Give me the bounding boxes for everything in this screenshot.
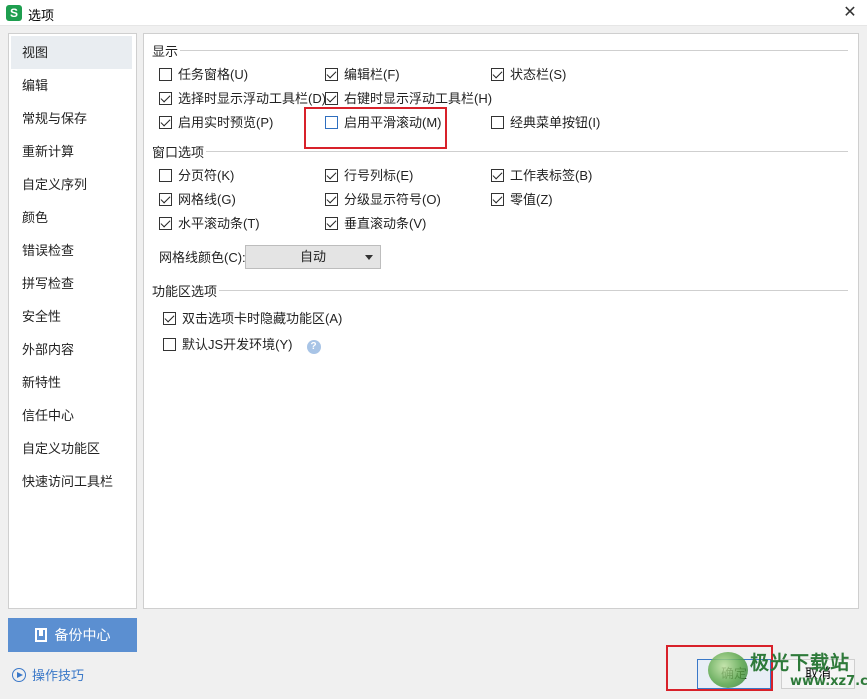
gridline-color-value: 自动 <box>299 249 326 264</box>
option-horizontal-scrollbar[interactable]: 水平滚动条(T) <box>159 215 260 233</box>
option-dblclick-hide-ribbon[interactable]: 双击选项卡时隐藏功能区(A) <box>163 310 342 328</box>
gridline-color-label: 网格线颜色(C): <box>159 250 246 265</box>
option-label: 状态栏(S) <box>510 67 567 82</box>
checkbox[interactable] <box>159 92 172 105</box>
checkbox[interactable] <box>325 92 338 105</box>
backup-center-label: 备份中心 <box>54 627 111 643</box>
divider <box>219 290 848 291</box>
option-label: 水平滚动条(T) <box>178 216 260 231</box>
option-label: 任务窗格(U) <box>178 67 249 82</box>
option-label: 双击选项卡时隐藏功能区(A) <box>182 311 343 326</box>
gridline-color-select[interactable]: 自动 <box>245 245 381 269</box>
option-float-toolbar-rightclick[interactable]: 右键时显示浮动工具栏(H) <box>325 90 492 108</box>
checkbox[interactable] <box>159 68 172 81</box>
sidebar-item-view[interactable]: 视图 <box>11 36 132 69</box>
checkbox[interactable] <box>491 68 504 81</box>
option-float-toolbar-select[interactable]: 选择时显示浮动工具栏(D) <box>159 90 326 108</box>
checkbox[interactable] <box>159 116 172 129</box>
sidebar-item-external-content[interactable]: 外部内容 <box>9 333 136 366</box>
divider <box>180 50 848 51</box>
option-gridlines[interactable]: 网格线(G) <box>159 191 236 209</box>
checkbox[interactable] <box>491 116 504 129</box>
section-title-ribbon: 功能区选项 <box>152 284 218 299</box>
option-live-preview[interactable]: 启用实时预览(P) <box>159 114 273 132</box>
checkbox[interactable] <box>159 169 172 182</box>
option-label: 工作表标签(B) <box>510 168 593 183</box>
checkbox[interactable] <box>163 338 176 351</box>
option-label: 垂直滚动条(V) <box>344 216 427 231</box>
sidebar-item-quick-access[interactable]: 快速访问工具栏 <box>9 465 136 498</box>
divider <box>206 151 848 152</box>
option-zero-values[interactable]: 零值(Z) <box>491 191 553 209</box>
sidebar-item-trust-center[interactable]: 信任中心 <box>9 399 136 432</box>
sidebar-item-spell-check[interactable]: 拼写检查 <box>9 267 136 300</box>
chevron-down-icon <box>365 255 373 260</box>
option-task-pane[interactable]: 任务窗格(U) <box>159 66 248 84</box>
title-bar: S 选项 ✕ <box>0 0 867 26</box>
checkbox[interactable] <box>325 217 338 230</box>
sidebar-item-error-check[interactable]: 错误检查 <box>9 234 136 267</box>
tips-label: 操作技巧 <box>32 668 85 683</box>
backup-icon <box>34 628 47 642</box>
option-label: 网格线(G) <box>178 192 236 207</box>
option-label: 右键时显示浮动工具栏(H) <box>344 91 493 106</box>
sidebar-item-general-save[interactable]: 常规与保存 <box>9 102 136 135</box>
option-formula-bar[interactable]: 编辑栏(F) <box>325 66 400 84</box>
option-label: 经典菜单按钮(I) <box>510 115 601 130</box>
sidebar-item-color[interactable]: 颜色 <box>9 201 136 234</box>
cancel-button[interactable]: 取消 <box>781 659 855 689</box>
checkbox[interactable] <box>491 169 504 182</box>
backup-center-button[interactable]: 备份中心 <box>8 618 137 652</box>
option-page-breaks[interactable]: 分页符(K) <box>159 167 234 185</box>
option-label: 分页符(K) <box>178 168 235 183</box>
sidebar: 视图 编辑 常规与保存 重新计算 自定义序列 颜色 错误检查 拼写检查 安全性 … <box>8 33 137 609</box>
option-label: 行号列标(E) <box>344 168 414 183</box>
window-title: 选项 <box>28 8 55 23</box>
options-panel: 显示 任务窗格(U) 编辑栏(F) 状态栏(S) 选择时显示浮动工具栏(D) 右… <box>143 33 859 609</box>
checkbox[interactable] <box>491 193 504 206</box>
checkbox[interactable] <box>325 169 338 182</box>
checkbox[interactable] <box>163 312 176 325</box>
option-label: 启用实时预览(P) <box>178 115 274 130</box>
ok-button[interactable]: 确定 <box>697 659 771 689</box>
option-sheet-tabs[interactable]: 工作表标签(B) <box>491 167 592 185</box>
option-label: 零值(Z) <box>510 192 553 207</box>
option-status-bar[interactable]: 状态栏(S) <box>491 66 566 84</box>
checkbox[interactable] <box>325 68 338 81</box>
option-outline-symbols[interactable]: 分级显示符号(O) <box>325 191 441 209</box>
option-label: 默认JS开发环境(Y) <box>182 337 293 352</box>
sidebar-item-custom-lists[interactable]: 自定义序列 <box>9 168 136 201</box>
tips-link[interactable]: 操作技巧 <box>12 665 84 684</box>
app-logo-icon: S <box>6 5 22 21</box>
highlight-box-smooth-scroll <box>304 107 447 149</box>
sidebar-item-recalc[interactable]: 重新计算 <box>9 135 136 168</box>
sidebar-item-new-features[interactable]: 新特性 <box>9 366 136 399</box>
checkbox[interactable] <box>159 193 172 206</box>
sidebar-item-custom-ribbon[interactable]: 自定义功能区 <box>9 432 136 465</box>
option-row-col-headers[interactable]: 行号列标(E) <box>325 167 413 185</box>
option-classic-menu[interactable]: 经典菜单按钮(I) <box>491 114 600 132</box>
checkbox[interactable] <box>325 193 338 206</box>
option-label: 分级显示符号(O) <box>344 192 441 207</box>
sidebar-item-edit[interactable]: 编辑 <box>9 69 136 102</box>
checkbox[interactable] <box>159 217 172 230</box>
sidebar-item-security[interactable]: 安全性 <box>9 300 136 333</box>
help-icon[interactable]: ? <box>306 340 321 354</box>
play-circle-icon <box>12 668 26 682</box>
section-title-display: 显示 <box>152 44 179 59</box>
close-icon[interactable]: ✕ <box>839 2 861 24</box>
option-label: 编辑栏(F) <box>344 67 400 82</box>
option-label: 选择时显示浮动工具栏(D) <box>178 91 327 106</box>
option-vertical-scrollbar[interactable]: 垂直滚动条(V) <box>325 215 426 233</box>
section-title-window: 窗口选项 <box>152 145 205 160</box>
option-default-js-env[interactable]: 默认JS开发环境(Y)? <box>163 336 321 354</box>
